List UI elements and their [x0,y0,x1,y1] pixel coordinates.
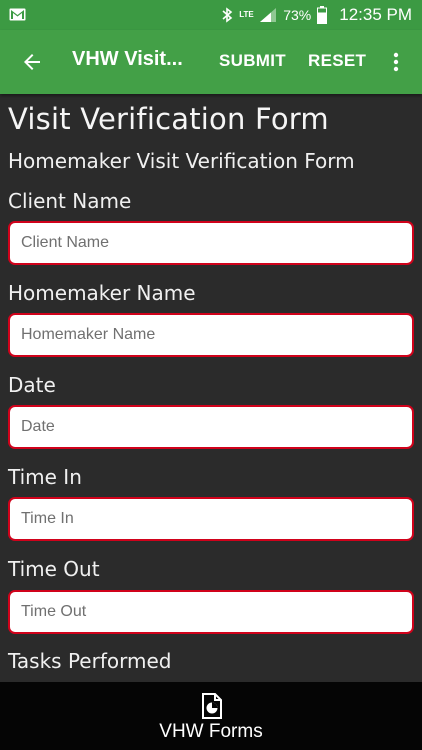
bluetooth-icon [222,7,233,23]
form-subtitle: Homemaker Visit Verification Form [8,149,355,173]
time-in-field[interactable] [8,497,414,541]
signal-icon [260,8,277,22]
time-in-input[interactable] [21,510,401,528]
status-clock: 12:35 PM [339,5,412,24]
app-bar: VHW Visit... SUBMIT RESET [0,30,422,94]
tasks-performed-label: Tasks Performed [8,649,172,673]
forms-icon [202,693,222,719]
mail-icon [9,8,26,21]
status-bar: LTE 73% 12:35 PM [0,0,422,30]
date-field[interactable] [8,405,414,449]
submit-button[interactable]: SUBMIT [219,51,286,71]
app-title: VHW Visit... [72,48,183,70]
time-in-label: Time In [8,465,82,489]
time-out-input[interactable] [21,603,401,621]
homemaker-name-label: Homemaker Name [8,281,196,305]
form-title: Visit Verification Form [8,102,329,136]
client-name-input[interactable] [21,234,401,252]
form-content[interactable]: Visit Verification Form Homemaker Visit … [0,94,422,682]
bottom-nav-label: VHW Forms [159,721,263,742]
client-name-field[interactable] [8,221,414,265]
client-name-label: Client Name [8,189,132,213]
lte-icon: LTE [239,10,254,19]
bottom-nav-vhw-forms[interactable]: VHW Forms [0,682,422,750]
more-vert-icon[interactable] [388,50,404,74]
homemaker-name-input[interactable] [21,326,401,344]
reset-button[interactable]: RESET [308,51,366,71]
status-icons: LTE 73% 12:35 PM [221,0,412,30]
battery-icon [317,6,328,24]
date-input[interactable] [21,418,401,436]
date-label: Date [8,373,56,397]
back-arrow-icon[interactable] [20,50,44,74]
homemaker-name-field[interactable] [8,313,414,357]
time-out-field[interactable] [8,590,414,634]
time-out-label: Time Out [8,557,100,581]
battery-percent: 73% [283,7,312,23]
